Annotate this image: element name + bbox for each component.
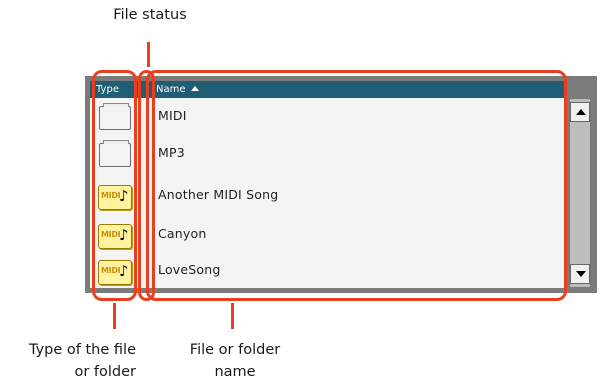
- name-leader: [231, 303, 234, 329]
- name-column-highlight: [146, 70, 567, 301]
- type-callout-label: Type of the file or folder: [0, 339, 136, 383]
- name-callout-label: File or folder name: [160, 339, 310, 383]
- name-callout-line2: name: [214, 364, 256, 380]
- scroll-down-button[interactable]: [570, 264, 590, 284]
- type-callout-line1: Type of the file: [29, 342, 136, 358]
- vertical-scrollbar[interactable]: [569, 98, 591, 288]
- arrow-down-icon: [576, 271, 586, 277]
- scroll-up-button[interactable]: [570, 102, 590, 122]
- name-callout-line1: File or folder: [189, 342, 281, 358]
- arrow-up-icon: [576, 109, 586, 115]
- type-leader: [113, 303, 116, 329]
- file-status-leader: [147, 42, 150, 67]
- type-callout-line2: or folder: [74, 364, 136, 380]
- file-status-label: File status: [113, 7, 187, 23]
- type-column-highlight: [92, 70, 137, 301]
